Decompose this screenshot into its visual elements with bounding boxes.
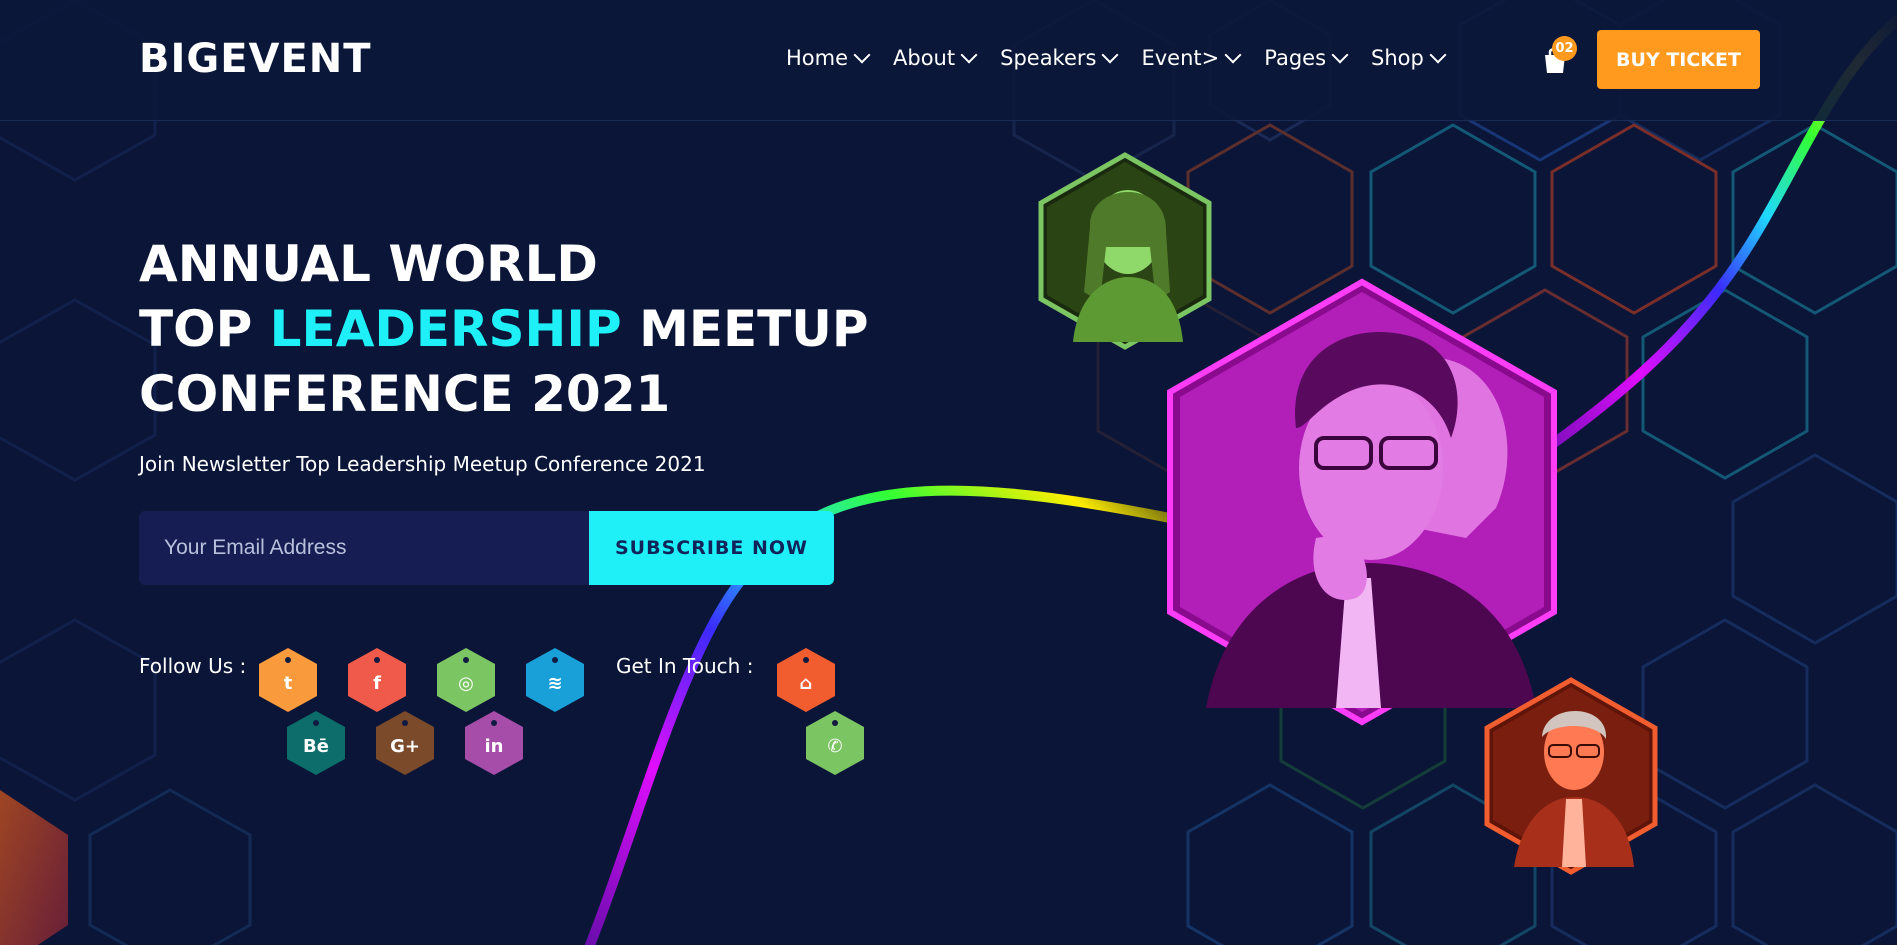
chevron-down-icon (853, 46, 871, 64)
newsletter-form: SUBSCRIBE NOW (139, 511, 834, 585)
rss-icon: ≋ (547, 672, 563, 694)
nav-label: Speakers (1000, 46, 1097, 70)
hero-heading-line2-pre: TOP (139, 300, 270, 358)
hero-heading-line3: CONFERENCE 2021 (139, 365, 671, 423)
behance-icon: Bē (303, 735, 329, 757)
dribbble-icon: ◎ (458, 672, 474, 694)
nav-item-event[interactable]: Event> (1141, 46, 1242, 70)
linkedin-icon: in (484, 735, 504, 757)
hero-heading-highlight: LEADERSHIP (269, 300, 622, 358)
hero-subtitle: Join Newsletter Top Leadership Meetup Co… (139, 452, 706, 476)
nav-label: About (893, 46, 956, 70)
subscribe-button[interactable]: SUBSCRIBE NOW (589, 511, 834, 585)
chevron-down-icon (1331, 46, 1349, 64)
hero-heading-line1: ANNUAL WORLD (139, 235, 598, 293)
google-plus-icon: G+ (390, 735, 420, 757)
nav-item-shop[interactable]: Shop (1371, 46, 1447, 70)
follow-us-label: Follow Us : (139, 654, 247, 678)
twitter-icon: t (283, 672, 293, 694)
nav-label: Shop (1371, 46, 1424, 70)
buy-ticket-button[interactable]: BUY TICKET (1597, 30, 1760, 89)
nav-label: Home (786, 46, 849, 70)
nav-item-speakers[interactable]: Speakers (1000, 46, 1119, 70)
chevron-down-icon (960, 46, 978, 64)
speaker-photo-3 (1484, 677, 1658, 875)
facebook-icon: f (373, 672, 381, 694)
home-icon: ⌂ (799, 672, 813, 694)
email-input[interactable] (139, 511, 589, 585)
get-in-touch-label: Get In Touch : (616, 654, 754, 678)
hero-heading-line2: TOP LEADERSHIP MEETUP (139, 297, 868, 362)
chevron-down-icon (1224, 46, 1242, 64)
nav-item-home[interactable]: Home (786, 46, 871, 70)
hero-heading: ANNUAL WORLD TOP LEADERSHIP MEETUP CONFE… (139, 232, 868, 427)
chevron-down-icon (1101, 46, 1119, 64)
site-logo[interactable]: BIGEVENT (139, 36, 372, 82)
chevron-down-icon (1429, 46, 1447, 64)
nav-label: Event> (1141, 46, 1220, 70)
cart-count-badge: 02 (1552, 36, 1577, 61)
phone-icon: ✆ (827, 735, 843, 757)
nav-item-pages[interactable]: Pages (1264, 46, 1349, 70)
main-menu: Home About Speakers Event> Pages Shop (786, 46, 1469, 70)
nav-label: Pages (1264, 46, 1327, 70)
nav-item-about[interactable]: About (893, 46, 978, 70)
hero-heading-line2-post: MEETUP (621, 300, 869, 358)
speaker-photo-2 (1167, 278, 1557, 726)
